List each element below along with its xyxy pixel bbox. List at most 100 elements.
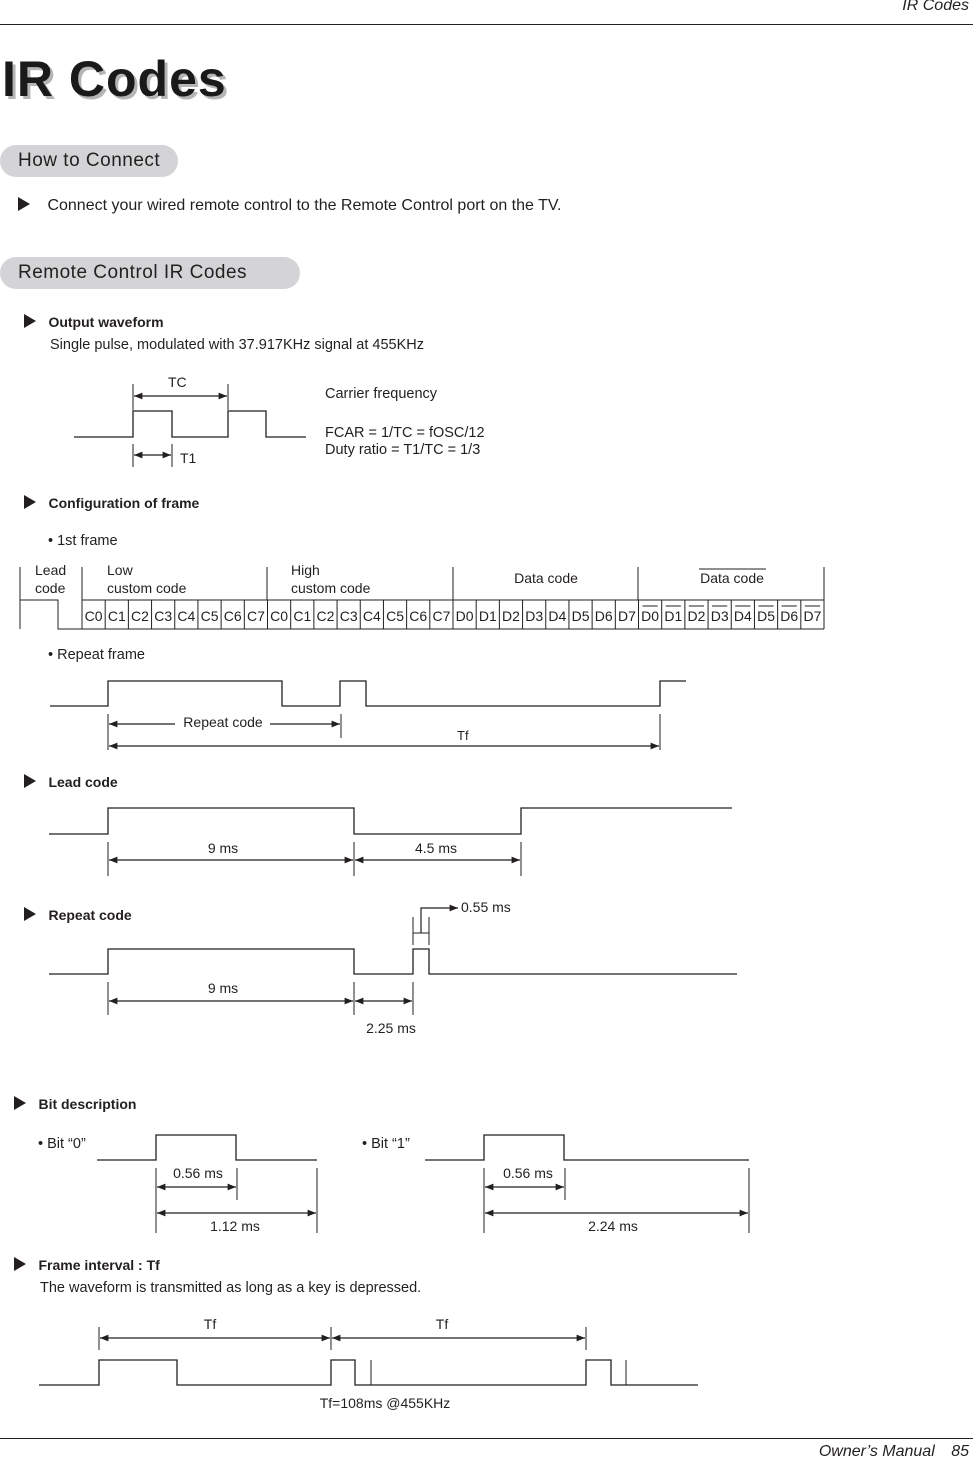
bit-cell-inverted: D6 bbox=[780, 608, 798, 624]
lead-low-duration: 4.5 ms bbox=[415, 840, 457, 856]
bit-cell: D3 bbox=[525, 608, 543, 624]
frame-interval-label: Frame interval : Tf bbox=[38, 1257, 160, 1273]
bit-cell: C2 bbox=[131, 608, 149, 624]
bit0-period: 1.12 ms bbox=[210, 1218, 260, 1234]
carrier-signal-trace bbox=[74, 410, 306, 438]
duty-ratio: Duty ratio = T1/TC = 1/3 bbox=[325, 442, 480, 458]
group-data-inverted: Data code bbox=[700, 570, 764, 586]
connect-instruction: Connect your wired remote control to the… bbox=[47, 197, 562, 214]
bit-cell: D5 bbox=[572, 608, 590, 624]
section-heading-how-to-connect: How to Connect bbox=[0, 145, 179, 177]
bit-cell: C5 bbox=[201, 608, 219, 624]
frame-interval-trace bbox=[39, 1359, 698, 1386]
frame-structure-table: Lead code Low custom code High custom co… bbox=[19, 562, 825, 630]
frame-interval-heading: Frame interval : Tf bbox=[14, 1257, 160, 1275]
bit-cell-inverted: D3 bbox=[711, 608, 729, 624]
bit-cell: C3 bbox=[154, 608, 172, 624]
t1-label: T1 bbox=[180, 450, 197, 466]
group-low-line2: custom code bbox=[107, 580, 187, 596]
bit-cell-inverted: D4 bbox=[734, 608, 752, 624]
repeat-code-trace bbox=[49, 948, 737, 975]
bit1-trace bbox=[425, 1134, 749, 1161]
page-title: IR Codes bbox=[2, 51, 227, 107]
group-lead-line2: code bbox=[35, 580, 66, 596]
repeat-frame-diagram: Repeat code Tf bbox=[50, 680, 686, 750]
bit1-pulse: 0.56 ms bbox=[503, 1165, 553, 1181]
bit-cell: C0 bbox=[85, 608, 103, 624]
group-lead-line1: Lead bbox=[35, 562, 66, 578]
bit-cell: C1 bbox=[293, 608, 311, 624]
bit-cell: C4 bbox=[177, 608, 195, 624]
lead-code-heading: Lead code bbox=[24, 774, 118, 792]
bit-cell: D6 bbox=[595, 608, 613, 624]
output-waveform-label: Output waveform bbox=[48, 314, 164, 330]
bit-timing-diagram: 0.56 ms 1.12 ms 0.56 ms 2.24 ms bbox=[97, 1134, 750, 1234]
lead-code-label: Lead code bbox=[48, 774, 118, 790]
bullet-arrow-icon bbox=[18, 197, 30, 211]
repeat-low-duration: 2.25 ms bbox=[366, 1020, 416, 1036]
bit-cell: C4 bbox=[363, 608, 381, 624]
bit-cell: D1 bbox=[479, 608, 497, 624]
frame-interval-description: The waveform is transmitted as long as a… bbox=[40, 1280, 422, 1296]
tc-label: TC bbox=[168, 374, 187, 390]
bullet-arrow-icon bbox=[24, 495, 36, 509]
repeat-high-duration: 9 ms bbox=[208, 980, 238, 996]
carrier-waveform-diagram: TC T1 Carrier frequency FCAR = 1/TC = fO… bbox=[74, 374, 485, 467]
bullet-arrow-icon bbox=[24, 774, 36, 788]
bit-cell: D7 bbox=[618, 608, 636, 624]
frame-config-heading: Configuration of frame bbox=[24, 495, 199, 513]
bit-cell: D2 bbox=[502, 608, 520, 624]
repeat-pulse-duration: 0.55 ms bbox=[461, 899, 511, 915]
bullet-arrow-icon bbox=[14, 1257, 26, 1271]
bit-cell: C1 bbox=[108, 608, 126, 624]
lead-code-trace bbox=[49, 807, 732, 835]
group-data: Data code bbox=[514, 570, 578, 586]
bit-cell-inverted: D5 bbox=[757, 608, 775, 624]
bit-cell: C2 bbox=[317, 608, 335, 624]
frame-interval-note: Tf=108ms @455KHz bbox=[320, 1395, 451, 1411]
running-header-title: IR Codes bbox=[902, 0, 969, 14]
group-high-line2: custom code bbox=[291, 580, 371, 596]
repeat-code-span-label: Repeat code bbox=[183, 714, 263, 730]
frame-config-label: Configuration of frame bbox=[48, 495, 200, 511]
output-waveform-description: Single pulse, modulated with 37.917KHz s… bbox=[50, 337, 425, 353]
bit-cell: C6 bbox=[224, 608, 242, 624]
bit-cell-inverted: D0 bbox=[641, 608, 659, 624]
bit-cell: D0 bbox=[456, 608, 474, 624]
bit1-period: 2.24 ms bbox=[588, 1218, 638, 1234]
bullet-arrow-icon bbox=[24, 314, 36, 328]
repeat-frame-label: • Repeat frame bbox=[48, 647, 145, 663]
repeat-frame-trace bbox=[50, 680, 686, 707]
bit-cell: C0 bbox=[270, 608, 288, 624]
bit-cell: C3 bbox=[340, 608, 358, 624]
bit0-trace bbox=[97, 1134, 317, 1161]
lead-high-duration: 9 ms bbox=[208, 840, 238, 856]
bit-cell: C6 bbox=[409, 608, 427, 624]
tf-label: Tf bbox=[457, 728, 469, 743]
carrier-frequency-title: Carrier frequency bbox=[325, 386, 438, 402]
bullet-arrow-icon bbox=[14, 1096, 26, 1110]
section-heading-remote-codes: Remote Control IR Codes bbox=[0, 257, 300, 289]
group-low-line1: Low bbox=[107, 562, 134, 578]
bit-cell: D4 bbox=[548, 608, 566, 624]
bit-cell-inverted: D7 bbox=[803, 608, 821, 624]
bit-cell: C7 bbox=[432, 608, 450, 624]
instruction-row: Connect your wired remote control to the… bbox=[18, 197, 562, 215]
footer-manual-label: Owner’s Manual bbox=[818, 1443, 935, 1460]
bit-cell-inverted: D2 bbox=[688, 608, 706, 624]
bit-cell-inverted: D1 bbox=[664, 608, 682, 624]
fcar-formula: FCAR = 1/TC = fOSC/12 bbox=[325, 425, 485, 441]
tf1-label: Tf bbox=[204, 1316, 217, 1332]
footer-rule bbox=[0, 1438, 973, 1439]
bit0-pulse: 0.56 ms bbox=[173, 1165, 223, 1181]
tf2-label: Tf bbox=[436, 1316, 449, 1332]
frame-interval-diagram: Tf Tf Tf=108ms @455KHz bbox=[39, 1316, 698, 1411]
repeat-code-diagram: 0.55 ms 9 ms 2.25 ms bbox=[49, 899, 737, 1036]
output-waveform-heading: Output waveform bbox=[24, 314, 164, 332]
page-number: 85 bbox=[951, 1443, 969, 1460]
bit-cell: C7 bbox=[247, 608, 265, 624]
group-high-line1: High bbox=[291, 562, 320, 578]
bit-cell: C5 bbox=[386, 608, 404, 624]
footer: Owner’s Manual 85 bbox=[819, 1443, 969, 1461]
first-frame-label: • 1st frame bbox=[48, 533, 118, 549]
